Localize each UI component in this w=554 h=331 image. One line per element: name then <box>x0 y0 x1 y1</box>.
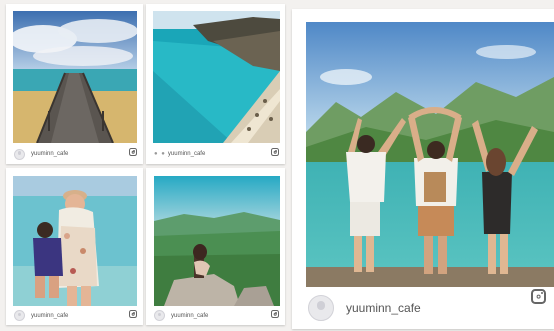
post-card-mountain[interactable]: yuuminn_cafe <box>146 168 285 325</box>
post-card-mother-daughter[interactable]: yuuminn_cafe <box>6 168 143 325</box>
post-photo-pier[interactable] <box>13 11 137 143</box>
post-photo-mother-daughter[interactable] <box>13 176 137 306</box>
featured-photo[interactable] <box>306 22 554 287</box>
featured-post-card[interactable]: yuuminn_cafe <box>292 9 554 329</box>
instagram-icon[interactable] <box>129 148 137 156</box>
dots-indicator: ● ● <box>154 151 166 157</box>
instagram-icon[interactable] <box>531 289 546 304</box>
avatar[interactable] <box>14 310 25 321</box>
post-card-pier[interactable]: yuuminn_cafe <box>6 4 143 164</box>
instagram-icon[interactable] <box>271 148 279 156</box>
username-label[interactable]: yuuminn_cafe <box>168 151 205 157</box>
post-photo-beach-cliffs[interactable] <box>153 11 280 143</box>
featured-username-label[interactable]: yuuminn_cafe <box>346 301 421 315</box>
avatar[interactable] <box>154 310 165 321</box>
instagram-icon[interactable] <box>271 310 279 318</box>
username-label[interactable]: yuuminn_cafe <box>171 313 208 319</box>
instagram-icon[interactable] <box>129 310 137 318</box>
username-label[interactable]: yuuminn_cafe <box>31 313 68 319</box>
username-label[interactable]: yuuminn_cafe <box>31 151 68 157</box>
avatar[interactable] <box>14 148 25 160</box>
featured-avatar[interactable] <box>308 295 334 321</box>
post-card-beach-cliffs[interactable]: ● ● yuuminn_cafe <box>146 4 285 164</box>
post-photo-mountain[interactable] <box>154 176 280 306</box>
